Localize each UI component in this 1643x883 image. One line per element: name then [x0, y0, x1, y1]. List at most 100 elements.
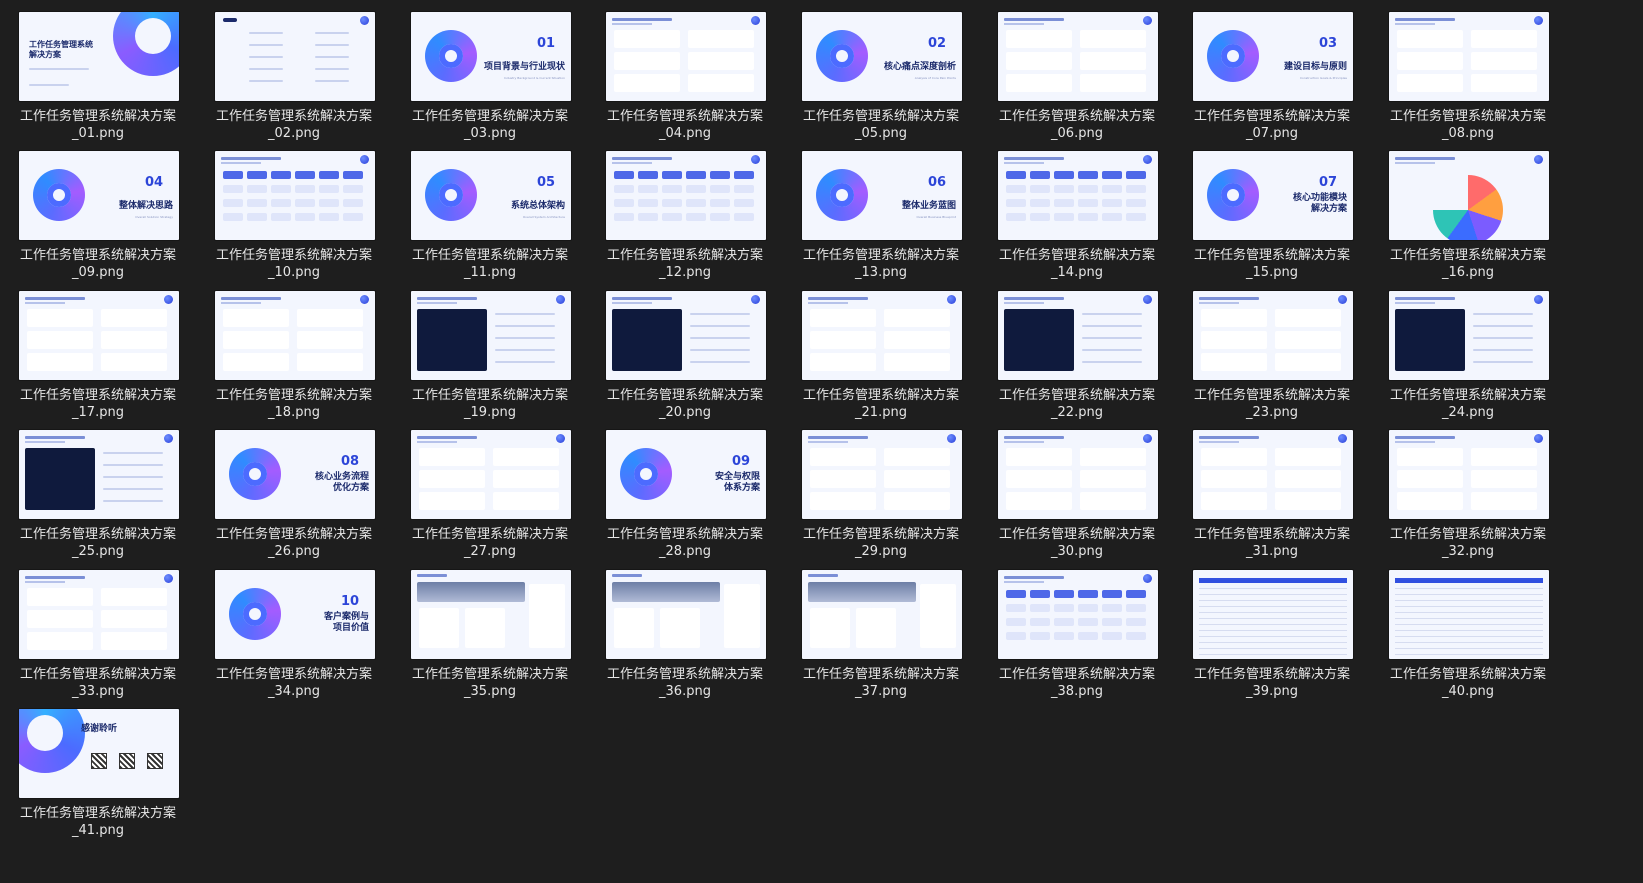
- slide-thumbnail[interactable]: 09 安全与权限 体系方案: [606, 430, 766, 519]
- slide-thumbnail[interactable]: [998, 291, 1158, 380]
- file-item[interactable]: 工作任务管理系统解决方案 _18.png: [196, 279, 392, 420]
- file-item[interactable]: 工作任务管理系统解决方案 _24.png: [1370, 279, 1566, 420]
- file-item[interactable]: 工作任务管理系统解决方案 _38.png: [979, 558, 1175, 699]
- slide-thumbnail[interactable]: [606, 12, 766, 101]
- slide-thumbnail[interactable]: [606, 291, 766, 380]
- slide-thumbnail[interactable]: [411, 430, 571, 519]
- slide-thumbnail[interactable]: [411, 291, 571, 380]
- content-card: [1471, 448, 1537, 466]
- subtitle-line: [29, 68, 89, 70]
- file-item[interactable]: 工作任务管理系统解决方案 _31.png: [1174, 418, 1370, 559]
- slide-thumbnail[interactable]: 01 项目背景与行业现状 Industry Background & Current…: [411, 12, 571, 101]
- file-name: 工作任务管理系统解决方案 _34.png: [196, 666, 392, 700]
- file-item[interactable]: 工作任务管理系统解决方案 _35.png: [392, 558, 588, 699]
- file-item[interactable]: 工作任务管理系统解决方案 _29.png: [783, 418, 979, 559]
- slide-thumbnail[interactable]: [215, 12, 375, 101]
- slide-thumbnail[interactable]: 10 客户案例与 项目价值: [215, 570, 375, 659]
- file-item[interactable]: 工作任务管理系统解决方案 _37.png: [783, 558, 979, 699]
- content-card: [27, 610, 93, 628]
- slide-thumbnail[interactable]: [802, 570, 962, 659]
- file-item[interactable]: 工作任务管理系统解决方案 _25.png: [0, 418, 196, 559]
- file-item[interactable]: 09 安全与权限 体系方案 工作任务管理系统解决方案 _28.png: [587, 418, 783, 559]
- swirl-graphic: [19, 709, 85, 773]
- slide-thumbnail[interactable]: [998, 151, 1158, 240]
- file-item[interactable]: 05 系统总体架构 Overall System Architecture 工作任务管…: [392, 139, 588, 280]
- slide-thumbnail[interactable]: [1389, 12, 1549, 101]
- slide-thumbnail[interactable]: 08 核心业务流程 优化方案: [215, 430, 375, 519]
- slide-thumbnail[interactable]: [1389, 570, 1549, 659]
- slide-thumbnail[interactable]: 04 整体解决思路 Overall Solution Strategy: [19, 151, 179, 240]
- file-item[interactable]: 工作任务管理系统解决方案 _08.png: [1370, 0, 1566, 141]
- slide-thumbnail[interactable]: [802, 430, 962, 519]
- file-item[interactable]: 工作任务管理系统解决方案 _14.png: [979, 139, 1175, 280]
- file-item[interactable]: 工作任务管理系统解决方案 _17.png: [0, 279, 196, 420]
- file-item[interactable]: 感谢聆听 工作任务管理系统解决方案 _41.png: [0, 697, 196, 838]
- content-card: [1397, 448, 1463, 466]
- file-item[interactable]: 10 客户案例与 项目价值工作任务管理系统解决方案 _34.png: [196, 558, 392, 700]
- slide-thumbnail[interactable]: [998, 12, 1158, 101]
- file-item[interactable]: 工作任务管理系统解决方案 _10.png: [196, 139, 392, 280]
- slide-thumbnail[interactable]: [19, 570, 179, 659]
- brand-logo-icon: [1207, 30, 1259, 82]
- slide-thumbnail[interactable]: [19, 291, 179, 380]
- file-item[interactable]: 06 整体业务蓝图 Overall Business Blueprint 工作任务管理…: [783, 139, 979, 280]
- slide-thumbnail[interactable]: [19, 430, 179, 519]
- file-item[interactable]: 工作任务管理系统解决方案 _16.png: [1370, 139, 1566, 280]
- file-name-line1: 工作任务管理系统解决方案: [411, 109, 568, 124]
- slide-thumbnail[interactable]: 06 整体业务蓝图 Overall Business Blueprint: [802, 151, 962, 240]
- slide-thumbnail[interactable]: [215, 151, 375, 240]
- file-item[interactable]: 07 核心功能模块 解决方案 工作任务管理系统解决方案 _15.png: [1174, 139, 1370, 280]
- slide-thumbnail[interactable]: 07 核心功能模块 解决方案: [1193, 151, 1353, 240]
- file-item[interactable]: 工作任务管理系统解决方案 _19.png: [392, 279, 588, 420]
- file-name-line1: 工作任务管理系统解决方案: [1193, 248, 1350, 263]
- file-item[interactable]: 02 核心痛点深度剖析 Analysis of Core Pain Points 工作…: [783, 0, 979, 141]
- file-item[interactable]: 工作任务管理系统解决方案 _23.png: [1174, 279, 1370, 420]
- diagram-node: [1078, 632, 1098, 640]
- file-item[interactable]: 工作任务管理系统解决方案 _32.png: [1370, 418, 1566, 559]
- slide-thumbnail[interactable]: [998, 430, 1158, 519]
- slide-thumbnail[interactable]: [1389, 291, 1549, 380]
- file-item[interactable]: 08 核心业务流程 优化方案 工作任务管理系统解决方案 _26.png: [196, 418, 392, 559]
- file-item[interactable]: 工作任务管理系统解决方案 _30.png: [979, 418, 1175, 559]
- file-item[interactable]: 工作任务管理系统解决方案 _36.png: [587, 558, 783, 699]
- slide-thumbnail[interactable]: [215, 291, 375, 380]
- slide-thumbnail[interactable]: [1193, 570, 1353, 659]
- file-item[interactable]: 工作任务管理系统解决方案 _21.png: [783, 279, 979, 420]
- slide-thumbnail[interactable]: 03 建设目标与原则 Construction Goals & Principles: [1193, 12, 1353, 101]
- slide-thumbnail[interactable]: [1193, 430, 1353, 519]
- file-item[interactable]: 工作任务管理系统解决方案 _20.png: [587, 279, 783, 420]
- file-item[interactable]: 工作任务管理系统解决方案 _39.png: [1174, 558, 1370, 699]
- slide-thumbnail[interactable]: [606, 570, 766, 659]
- slide-thumbnail[interactable]: [1193, 291, 1353, 380]
- slide-thumbnail[interactable]: [411, 570, 571, 659]
- slide-thumbnail[interactable]: 05 系统总体架构 Overall System Architecture: [411, 151, 571, 240]
- text-line: [1473, 313, 1533, 315]
- file-name-line1: 工作任务管理系统解决方案: [802, 527, 959, 542]
- slide-thumbnail[interactable]: [1389, 151, 1549, 240]
- content-card: [101, 588, 167, 606]
- file-item[interactable]: 工作任务管理系统解决方案 _06.png: [979, 0, 1175, 141]
- table-row: [1395, 630, 1543, 631]
- file-name-line1: 工作任务管理系统解决方案: [1193, 527, 1350, 542]
- file-item[interactable]: 工作任务管理系统解决方案 _33.png: [0, 558, 196, 699]
- file-name-line1: 工作任务管理系统解决方案: [215, 248, 372, 263]
- slide-thumbnail[interactable]: [606, 151, 766, 240]
- case-photo: [612, 582, 720, 602]
- file-item[interactable]: 工作任务管理系统解决方案 _22.png: [979, 279, 1175, 420]
- file-item[interactable]: 工作任务管理系统解决方案 _12.png: [587, 139, 783, 280]
- file-name-line1: 工作任务管理系统解决方案: [411, 527, 568, 542]
- slide-thumbnail[interactable]: 感谢聆听: [19, 709, 179, 798]
- file-item[interactable]: 04 整体解决思路 Overall Solution Strategy 工作任务管理系…: [0, 139, 196, 280]
- file-item[interactable]: 01 项目背景与行业现状 Industry Background & Current…: [392, 0, 588, 141]
- file-item[interactable]: 工作任务管理系统解决方案 _40.png: [1370, 558, 1566, 699]
- file-item[interactable]: 工作任务管理系统解决方案 _02.png: [196, 0, 392, 141]
- slide-thumbnail[interactable]: [802, 291, 962, 380]
- file-item[interactable]: 工作任务管理系统解决方案 _04.png: [587, 0, 783, 141]
- file-item[interactable]: 工作任务管理系统 解决方案 工作任务管理系统解决方案 _01.png: [0, 0, 196, 141]
- file-item[interactable]: 03 建设目标与原则 Construction Goals & Principles…: [1174, 0, 1370, 141]
- slide-thumbnail[interactable]: [1389, 430, 1549, 519]
- slide-thumbnail[interactable]: [998, 570, 1158, 659]
- slide-thumbnail[interactable]: 02 核心痛点深度剖析 Analysis of Core Pain Points: [802, 12, 962, 101]
- slide-thumbnail[interactable]: 工作任务管理系统 解决方案: [19, 12, 179, 101]
- file-item[interactable]: 工作任务管理系统解决方案 _27.png: [392, 418, 588, 559]
